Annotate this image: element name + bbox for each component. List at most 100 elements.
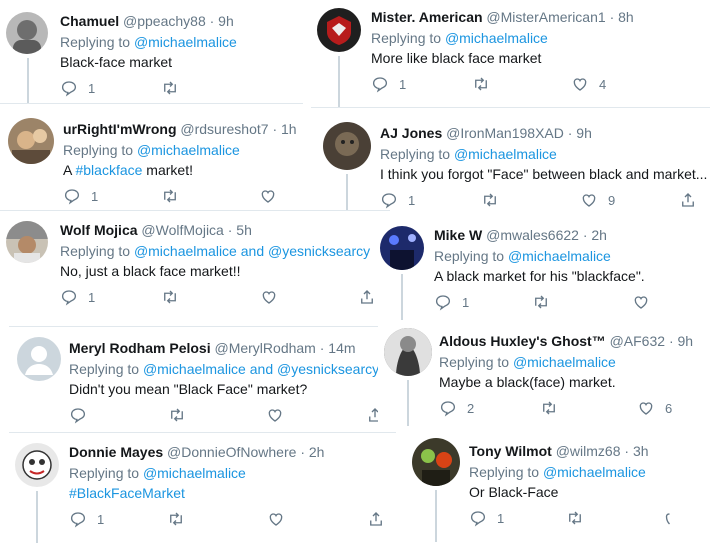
tweet-meryl-rodham-pelosi[interactable]: Meryl Rodham Pelosi @MerylRodham · 14m R… [9,326,390,431]
mention-link[interactable]: @michaelmalice [134,243,237,259]
author-handle[interactable]: @DonnieOfNowhere [167,444,296,460]
like-button[interactable]: 6 [637,399,672,417]
author-name[interactable]: Chamuel [60,13,119,29]
mention-link[interactable]: @michaelmalice [134,34,237,50]
author-name[interactable]: urRightI'mWrong [63,121,177,137]
like-button[interactable] [267,510,285,528]
like-button[interactable] [665,509,671,527]
reply-button[interactable]: 1 [380,191,415,209]
retweet-button[interactable] [565,509,585,527]
retweet-button[interactable] [531,293,551,311]
hashtag-link[interactable]: #BlackFaceMarket [69,485,185,501]
author-handle[interactable]: @WolfMojica [141,222,223,238]
like-button[interactable]: 4 [571,75,606,93]
reply-button[interactable]: 1 [63,187,98,205]
mention-link[interactable]: @michaelmalice [543,464,646,480]
timestamp[interactable]: · 1h [272,121,296,137]
tweet-urrightimwrong[interactable]: urRightI'mWrong @rdsureshot7 · 1h Replyi… [0,110,303,210]
author-handle[interactable]: @MisterAmerican1 [486,9,605,25]
author-name[interactable]: Wolf Mojica [60,222,138,238]
tweet-wolf-mojica[interactable]: Wolf Mojica @WolfMojica · 5h Replying to… [0,210,390,315]
retweet-button[interactable] [480,191,500,209]
tweet-mike-w[interactable]: Mike W @mwales6622 · 2h Replying to @mic… [374,218,710,320]
timestamp[interactable]: · 9h [210,13,234,29]
author-handle[interactable]: @ppeachy88 [123,13,206,29]
tweet-donnie-mayes[interactable]: Donnie Mayes @DonnieOfNowhere · 2h Reply… [9,432,396,543]
timestamp[interactable]: · 14m [320,340,356,356]
timestamp[interactable]: · 5h [228,222,252,238]
author-name[interactable]: Meryl Rodham Pelosi [69,340,211,356]
avatar[interactable] [6,221,48,263]
author-name[interactable]: Donnie Mayes [69,444,163,460]
avatar[interactable] [8,118,54,164]
retweet-button[interactable] [160,288,180,306]
mention-link[interactable]: @michaelmalice [445,30,548,46]
timestamp[interactable]: · 2h [300,444,324,460]
author-name[interactable]: Aldous Huxley's Ghost™ [439,333,606,349]
like-button[interactable]: 9 [580,191,615,209]
tweet-aj-jones[interactable]: AJ Jones @IronMan198XAD · 9h Replying to… [317,114,710,216]
reply-button[interactable] [69,406,87,424]
share-button[interactable] [367,510,385,528]
timestamp[interactable]: · 3h [624,443,648,459]
author-name[interactable]: Tony Wilmot [469,443,552,459]
reply-button[interactable]: 1 [434,293,469,311]
retweet-button[interactable] [160,187,180,205]
tweet-text: More like black face market [371,50,542,66]
avatar[interactable] [6,12,48,54]
avatar[interactable] [17,337,61,381]
replying-to: Replying to @michaelmalice [60,33,237,51]
reply-button[interactable]: 1 [60,288,95,306]
timestamp[interactable]: · 2h [583,227,607,243]
tweet-chamuel[interactable]: Chamuel @ppeachy88 · 9h Replying to @mic… [0,0,303,104]
mention-link[interactable]: @michaelmalice [143,465,246,481]
retweet-button[interactable] [539,399,559,417]
author-handle[interactable]: @rdsureshot7 [180,121,268,137]
reply-button[interactable]: 2 [439,399,474,417]
reply-button[interactable]: 1 [371,75,406,93]
avatar[interactable] [384,328,432,376]
avatar[interactable] [323,122,371,170]
author-handle[interactable]: @AF632 [610,333,665,349]
avatar[interactable] [412,438,460,486]
avatar[interactable] [317,8,361,52]
like-button[interactable] [260,288,278,306]
mention-link[interactable]: @yesnicksearcy [277,361,379,377]
mention-link[interactable]: @michaelmalice [143,361,246,377]
share-button[interactable] [679,191,697,209]
author-handle[interactable]: @IronMan198XAD [446,125,564,141]
avatar[interactable] [15,443,59,487]
reply-button[interactable]: 1 [60,79,95,97]
avatar[interactable] [380,226,424,270]
author-name[interactable]: Mike W [434,227,482,243]
mention-link[interactable]: @michaelmalice [454,146,557,162]
retweet-button[interactable] [160,79,180,97]
timestamp[interactable]: · 8h [610,9,634,25]
hashtag-link[interactable]: #blackface [75,162,142,178]
mention-link[interactable]: @michaelmalice [137,142,240,158]
mention-link[interactable]: @michaelmalice [513,354,616,370]
tweet-tony-wilmot[interactable]: Tony Wilmot @wilmz68 · 3h Replying to @m… [406,432,710,542]
author-handle[interactable]: @wilmz68 [556,443,621,459]
author-name[interactable]: Mister. American [371,9,483,25]
tweet-text: Didn't you mean "Black Face" market? [69,381,308,397]
author-handle[interactable]: @MerylRodham [214,340,315,356]
mention-link[interactable]: @michaelmalice [508,248,611,264]
like-button[interactable] [266,406,284,424]
timestamp[interactable]: · 9h [669,333,693,349]
timestamp[interactable]: · 9h [568,125,592,141]
retweet-icon [164,290,176,304]
author-name[interactable]: AJ Jones [380,125,442,141]
retweet-button[interactable] [167,406,187,424]
reply-button[interactable]: 1 [469,509,504,527]
reply-button[interactable]: 1 [69,510,104,528]
tweet-aldous-huxleys-ghost[interactable]: Aldous Huxley's Ghost™ @AF632 · 9h Reply… [378,322,710,426]
author-handle[interactable]: @mwales6622 [486,227,579,243]
retweet-button[interactable] [166,510,186,528]
mention-link[interactable]: @yesnicksearcy [268,243,370,259]
replying-to: Replying to @michaelmalice [63,141,240,159]
like-button[interactable] [632,293,650,311]
like-button[interactable] [259,187,277,205]
tweet-mister-american[interactable]: Mister. American @MisterAmerican1 · 8h R… [311,0,710,108]
retweet-button[interactable] [471,75,491,93]
